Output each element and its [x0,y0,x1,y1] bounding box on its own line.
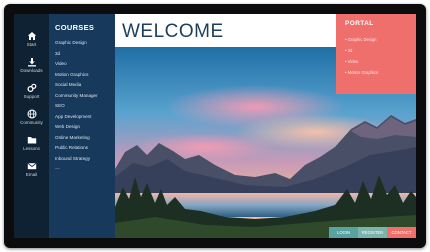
page-title: WELCOME [122,21,224,42]
course-item-community-manager[interactable]: Community Manager [55,91,113,102]
portal-item-video[interactable]: • Video [345,56,378,67]
download-icon [27,58,36,67]
rail-item-lessons[interactable]: Lessons [14,135,49,151]
course-item-inbound-strategy[interactable]: Inbound Strategy [55,154,113,165]
rail-item-community[interactable]: Community [14,109,49,125]
rail-item-email[interactable]: Email [14,161,49,177]
monitor-bezel: Start Downloads Support Community Lesson… [4,4,426,248]
screen: Start Downloads Support Community Lesson… [14,14,416,238]
portal-item-graphic-design[interactable]: • Graphic Design [345,34,378,45]
course-list: Graphic Design 3d Video Motion Graphics … [55,38,113,175]
action-bar: LOGIN REGISTER CONTACT [329,227,416,238]
mail-icon [27,162,36,170]
register-button[interactable]: REGISTER [358,227,387,238]
course-item-motion-graphics[interactable]: Motion Graphics [55,70,113,81]
course-item-app-development[interactable]: App Development [55,112,113,123]
course-item-3d[interactable]: 3d [55,49,113,60]
login-button[interactable]: LOGIN [329,227,358,238]
portal-list: • Graphic Design • 3d • Video • Motion G… [345,34,378,78]
rail-item-start[interactable]: Start [14,31,49,47]
portal-item-3d[interactable]: • 3d [345,45,378,56]
portal-item-motion-graphics[interactable]: • Motion Graphics [345,67,378,78]
rail-label-email: Email [25,172,38,177]
rail-item-downloads[interactable]: Downloads [14,57,49,73]
course-item-public-relations[interactable]: Public Relations [55,143,113,154]
courses-more[interactable]: — [55,164,113,175]
globe-icon [27,109,36,119]
main-content: WELCOME PORTAL • Graphic Design • 3d • V… [115,14,416,238]
portal-panel: PORTAL • Graphic Design • 3d • Video • M… [336,14,416,94]
courses-title: COURSES [55,23,95,32]
course-item-video[interactable]: Video [55,59,113,70]
course-item-social-media[interactable]: Social Media [55,80,113,91]
courses-menu: COURSES Graphic Design 3d Video Motion G… [49,14,115,238]
course-item-graphic-design[interactable]: Graphic Design [55,38,113,49]
rail-label-start: Start [26,42,37,47]
rail-label-lessons: Lessons [23,146,40,151]
rail-item-support[interactable]: Support [14,83,49,99]
course-item-online-marketing[interactable]: Online Marketing [55,133,113,144]
course-item-seo[interactable]: SEO [55,101,113,112]
icon-rail: Start Downloads Support Community Lesson… [14,14,49,238]
course-item-web-design[interactable]: Web Design [55,122,113,133]
home-icon [27,32,36,40]
portal-title: PORTAL [345,20,374,27]
contact-button[interactable]: CONTACT [387,227,416,238]
rail-label-downloads: Downloads [20,68,43,73]
rail-label-support: Support [23,94,40,99]
rail-label-community: Community [20,120,43,125]
support-icon [26,83,36,93]
folder-icon [27,137,36,144]
